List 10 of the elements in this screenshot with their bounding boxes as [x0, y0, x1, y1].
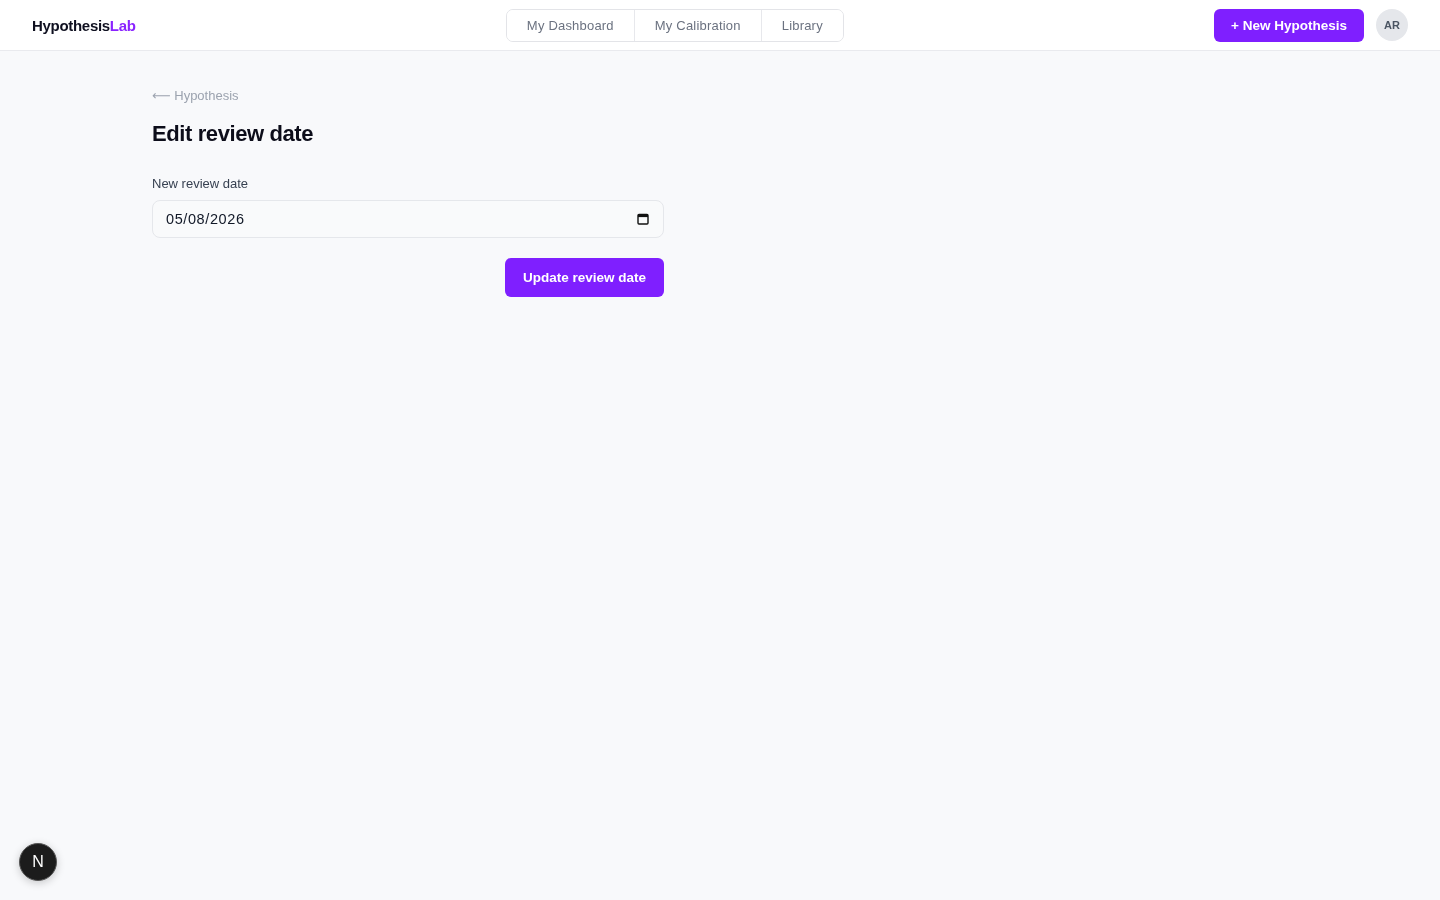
date-field[interactable]: 05/08/2026: [152, 200, 664, 238]
brand-logo[interactable]: HypothesisLab: [32, 16, 136, 34]
dev-tools-badge[interactable]: N: [19, 843, 57, 881]
page-title: Edit review date: [152, 120, 314, 148]
update-review-date-button[interactable]: Update review date: [504, 258, 664, 297]
calendar-icon[interactable]: [637, 213, 649, 225]
new-hypothesis-button[interactable]: + New Hypothesis: [1214, 8, 1364, 42]
nav-tab[interactable]: My Dashboard: [506, 9, 635, 41]
field-label: New review date: [152, 175, 249, 193]
user-avatar[interactable]: AR: [1376, 9, 1408, 41]
